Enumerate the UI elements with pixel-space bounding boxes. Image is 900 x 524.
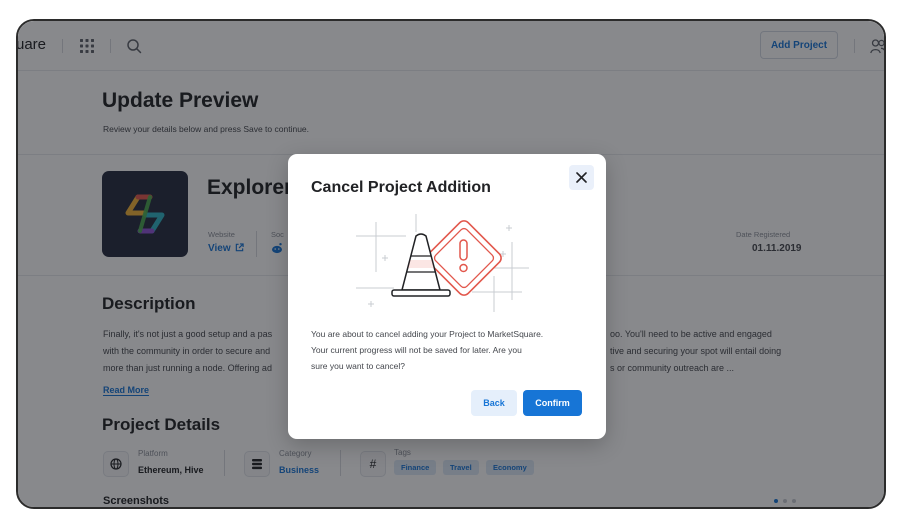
close-button[interactable]	[569, 165, 594, 190]
modal-message: You are about to cancel adding your Proj…	[311, 326, 591, 374]
modal-title: Cancel Project Addition	[311, 179, 491, 196]
warning-cone-illustration	[356, 214, 529, 312]
modal-message-line: sure you want to cancel?	[311, 361, 406, 371]
app-window: uare Add Project	[16, 19, 886, 509]
close-icon	[576, 172, 587, 183]
confirm-button[interactable]: Confirm	[523, 390, 582, 416]
cancel-project-modal: Cancel Project Addition You are about to…	[288, 154, 606, 439]
modal-message-line: You are about to cancel adding your Proj…	[311, 329, 544, 339]
modal-message-line: Your current progress will not be saved …	[311, 345, 522, 355]
back-button[interactable]: Back	[471, 390, 517, 416]
